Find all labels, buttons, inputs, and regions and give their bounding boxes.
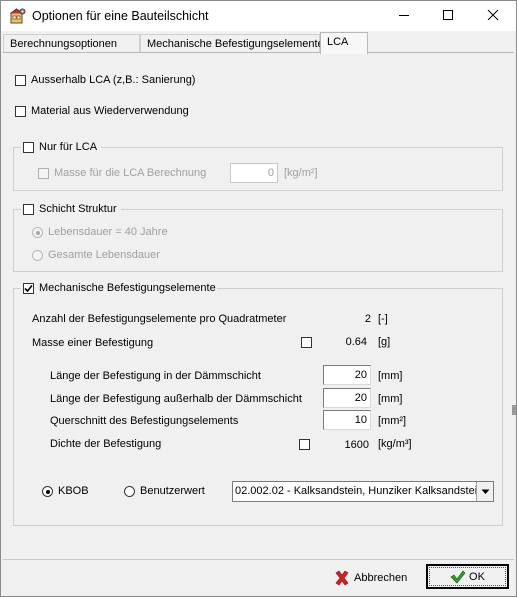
lifetime-40-radio[interactable] [32,227,43,238]
cancel-icon [334,570,350,586]
cross-section-input[interactable]: 10 [323,410,371,430]
lca-tab-panel: Ausserhalb LCA (z,B.: Sanierung) Materia… [3,52,514,557]
fastener-mass-unit: [g] [378,336,391,348]
close-button[interactable] [470,1,516,31]
ok-button[interactable]: OK [426,564,509,589]
reused-material-checkbox[interactable] [15,106,26,117]
length-in-input[interactable]: 20 [323,365,371,385]
cancel-button[interactable]: Abbrechen [334,565,424,590]
lifetime-40-label: Lebensdauer = 40 Jahre [48,226,168,238]
material-select-dropdown-button[interactable] [476,482,493,501]
layer-structure-legend: Schicht Struktur [21,202,121,218]
material-select[interactable]: 02.002.02 - Kalksandstein, Hunziker Kalk… [232,481,494,502]
dialog-window: Optionen für eine Bauteilschicht Berechn… [0,0,517,597]
user-value-label: Benutzerwert [140,485,205,497]
close-icon [487,9,499,24]
tab-lca[interactable]: LCA [320,32,368,54]
lca-mass-label: Masse für die LCA Berechnung [54,167,207,179]
lca-mass-checkbox[interactable] [38,168,49,179]
cross-section-unit: [mm²] [378,415,407,427]
tab-label: Berechnungsoptionen [10,38,118,50]
maximize-icon [442,9,454,24]
density-label: Dichte der Befestigung [50,438,162,450]
fastener-count-label: Anzahl der Befestigungselemente pro Quad… [32,313,287,325]
minimize-icon [398,9,410,24]
density-value: 1600 [344,439,369,451]
material-select-value: 02.002.02 - Kalksandstein, Hunziker Kalk… [235,485,484,497]
only-lca-checkbox[interactable] [23,142,34,153]
length-out-unit: [mm] [378,393,403,405]
lca-mass-unit: [kg/m²] [284,167,318,179]
fastener-count-value: 2 [364,313,371,325]
fastener-mass-label: Masse einer Befestigung [32,337,154,349]
user-value-radio[interactable] [124,486,135,497]
cross-section-label: Querschnitt des Befestigungselements [50,415,239,427]
kbob-radio[interactable] [42,486,53,497]
focus-rect [429,567,506,586]
tab-strip: Berechnungsoptionen Mechanische Befestig… [1,31,516,54]
tab-label: LCA [327,36,349,48]
lca-mass-input[interactable]: 0 [230,163,278,183]
tab-label: Mechanische Befestigungselemente [147,38,324,50]
tab-mechanische-befestigungselemente[interactable]: Mechanische Befestigungselemente [140,34,324,53]
only-lca-label: Nur für LCA [39,141,98,153]
outside-lca-label: Ausserhalb LCA (z,B.: Sanierung) [31,74,196,86]
density-checkbox[interactable] [299,439,310,450]
kbob-label: KBOB [58,485,89,497]
total-lifetime-radio[interactable] [32,250,43,261]
fasteners-legend: Mechanische Befestigungselemente [21,281,217,297]
total-lifetime-label: Gesamte Lebensdauer [48,249,160,261]
outside-lca-checkbox[interactable] [15,75,26,86]
layer-structure-checkbox[interactable] [23,204,34,215]
fasteners-label: Mechanische Befestigungselemente [39,282,216,294]
footer-separator [3,559,514,560]
title-bar[interactable]: Optionen für eine Bauteilschicht [1,1,516,31]
only-lca-legend: Nur für LCA [21,140,101,156]
fastener-mass-checkbox[interactable] [301,337,312,348]
maximize-button[interactable] [425,1,471,31]
window-title: Optionen für eine Bauteilschicht [32,9,209,23]
minimize-button[interactable] [381,1,427,31]
fastener-mass-value: 0.64 [345,336,367,348]
fasteners-checkbox[interactable] [23,283,34,294]
resize-edge [512,405,516,415]
fastener-count-unit: [-] [378,313,388,325]
cancel-label: Abbrechen [354,571,408,584]
tab-berechnungsoptionen[interactable]: Berechnungsoptionen [3,34,140,53]
length-out-input[interactable]: 20 [323,388,371,408]
layer-structure-label: Schicht Struktur [39,203,117,215]
density-unit: [kg/m³] [378,438,412,450]
checkmark-icon [24,284,33,293]
app-icon [10,8,26,24]
chevron-down-icon [481,486,490,498]
layer-structure-group [13,209,503,272]
reused-material-label: Material aus Wiederverwendung [31,105,189,117]
length-out-label: Länge der Befestigung außerhalb der Dämm… [50,393,302,405]
length-in-label: Länge der Befestigung in der Dämmschicht [50,370,261,382]
length-in-unit: [mm] [378,370,403,382]
